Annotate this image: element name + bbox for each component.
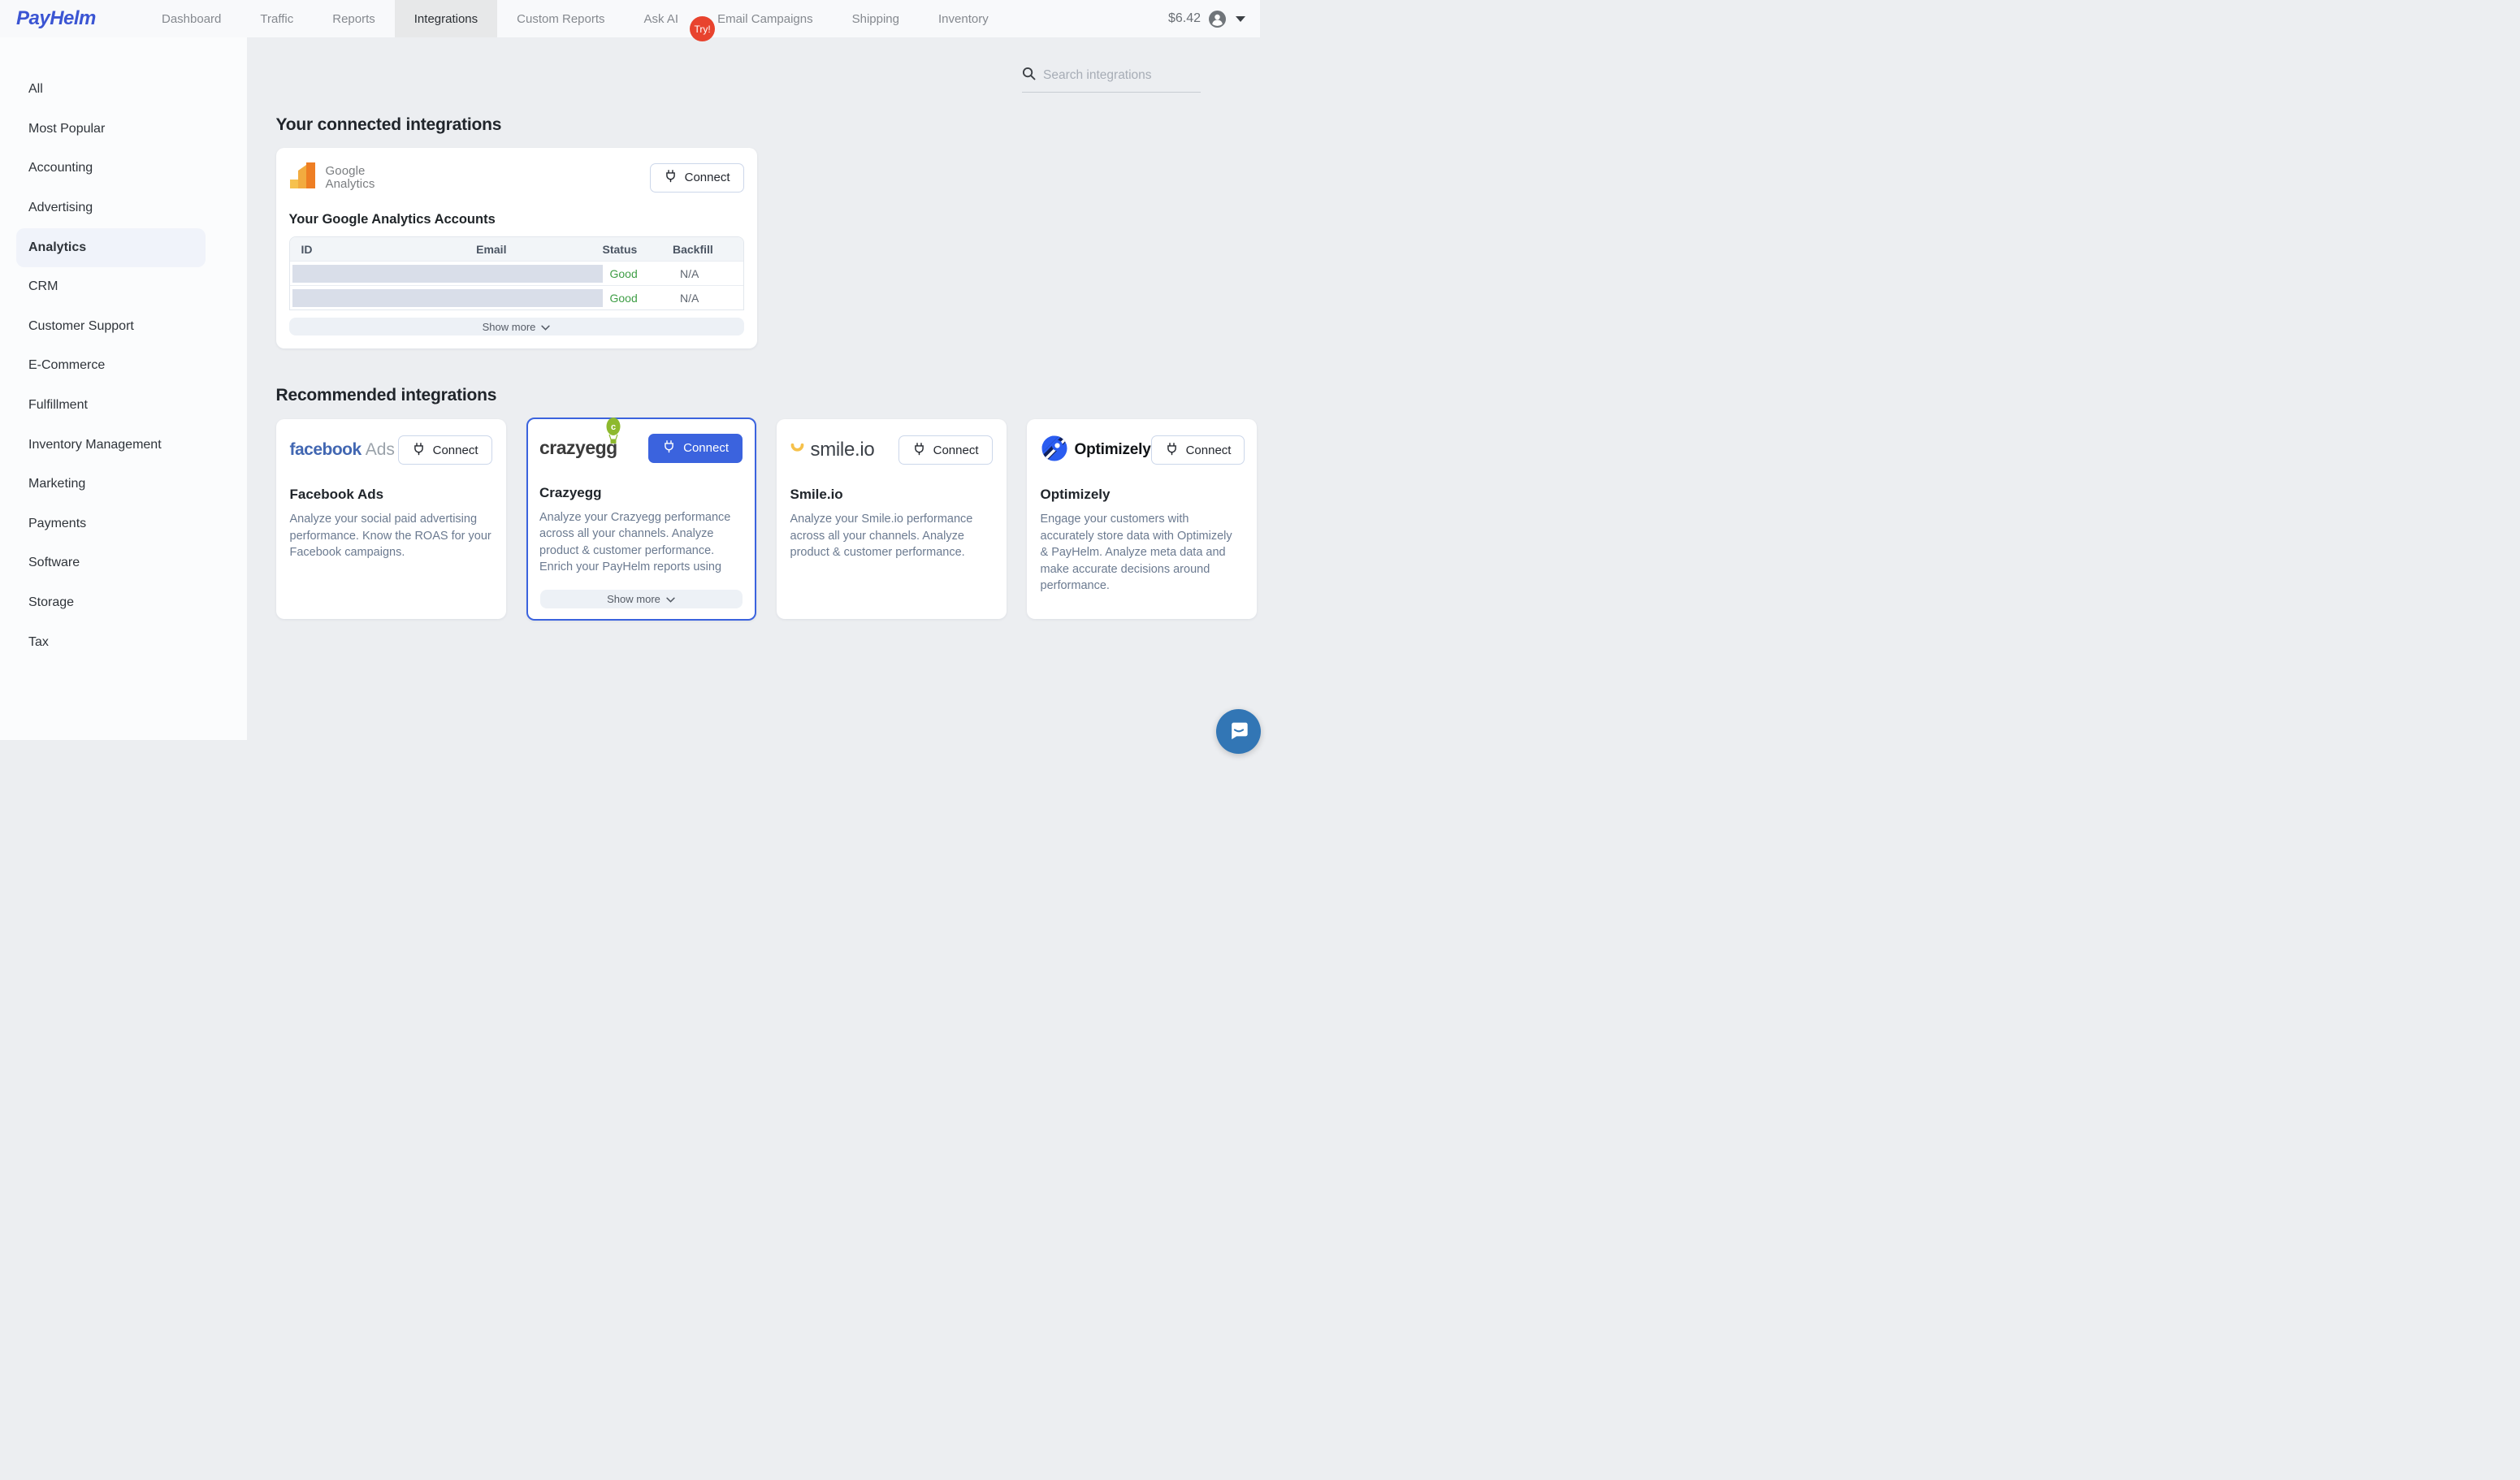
status-value: Good: [603, 267, 673, 280]
sidebar-item-software[interactable]: Software: [0, 543, 247, 583]
recommended-integrations-heading: Recommended integrations: [276, 386, 1261, 405]
plug-icon: [912, 442, 926, 459]
optimizely-icon: [1041, 435, 1068, 466]
facebook-ads-card: facebookAds Connect Facebook Ads Analyze: [276, 419, 506, 619]
svg-text:c: c: [611, 422, 616, 432]
main-nav: Dashboard Traffic Reports Integrations C…: [142, 0, 1008, 37]
plug-icon: [412, 442, 426, 459]
plug-icon: [662, 439, 676, 457]
backfill-value: N/A: [673, 267, 743, 280]
sidebar-item-analytics-label: Analytics: [16, 228, 206, 267]
crazyegg-balloon-icon: c: [604, 418, 622, 449]
column-header-email: Email: [380, 243, 602, 256]
card-description: Analyze your Crazyegg performance across…: [539, 509, 743, 576]
sidebar-item-payments[interactable]: Payments: [0, 504, 247, 544]
sidebar-item-most-popular[interactable]: Most Popular: [0, 110, 247, 149]
table-row: Good N/A: [290, 261, 743, 285]
nav-item-inventory[interactable]: Inventory: [919, 0, 1008, 37]
main-content: Your connected integrations Google: [247, 37, 1260, 740]
payhelm-logo[interactable]: PayHelm: [0, 0, 142, 37]
chat-bubble-icon: [1228, 719, 1249, 744]
crazyegg-logo: crazyegg c: [539, 437, 617, 459]
search-input[interactable]: [1043, 68, 1189, 83]
user-avatar-icon[interactable]: [1209, 11, 1226, 28]
optimizely-card: Optimizely Connect Optimizely Engage you: [1027, 419, 1257, 619]
crazyegg-card: crazyegg c: [526, 418, 756, 621]
recommended-cards-row: facebookAds Connect Facebook Ads Analyze: [276, 419, 1261, 621]
try-badge: Try!: [690, 16, 715, 41]
sidebar-item-customer-support[interactable]: Customer Support: [0, 307, 247, 347]
card-title: Facebook Ads: [290, 487, 492, 503]
status-value: Good: [603, 292, 673, 305]
google-analytics-logo-text: Google Analytics: [326, 165, 375, 191]
sidebar-item-inventory-management[interactable]: Inventory Management: [0, 425, 247, 465]
chevron-down-icon: [541, 321, 550, 333]
sidebar-item-fulfillment[interactable]: Fulfillment: [0, 386, 247, 426]
google-analytics-card: Google Analytics Connect Your Goo: [276, 148, 757, 348]
sidebar-item-accounting[interactable]: Accounting: [0, 149, 247, 188]
nav-item-custom-reports[interactable]: Custom Reports: [497, 0, 624, 37]
sidebar-item-all[interactable]: All: [0, 70, 247, 110]
card-title: Smile.io: [790, 487, 993, 503]
column-header-status: Status: [603, 243, 673, 256]
nav-item-shipping[interactable]: Shipping: [833, 0, 919, 37]
ga-accounts-table: ID Email Status Backfill Good N/A Good N…: [289, 236, 744, 310]
sidebar-item-tax[interactable]: Tax: [0, 622, 247, 662]
card-title: Optimizely: [1041, 487, 1243, 503]
card-description: Engage your customers with accurately st…: [1041, 511, 1243, 595]
ask-ai-label: Ask AI: [644, 12, 679, 26]
table-row: Good N/A: [290, 285, 743, 309]
optimizely-connect-button[interactable]: Connect: [1151, 435, 1245, 465]
sidebar-item-storage[interactable]: Storage: [0, 583, 247, 623]
top-nav: PayHelm Dashboard Traffic Reports Integr…: [0, 0, 1260, 37]
nav-item-ask-ai[interactable]: Ask AI Try!: [625, 0, 699, 37]
nav-item-email-campaigns[interactable]: Email Campaigns: [698, 0, 833, 37]
ga-accounts-table-title: Your Google Analytics Accounts: [289, 212, 744, 227]
category-sidebar: All Most Popular Accounting Advertising …: [0, 37, 247, 740]
smile-io-logo: smile.io: [790, 439, 875, 461]
search-box: [1022, 67, 1201, 93]
card-description: Analyze your social paid advertising per…: [290, 511, 492, 561]
sidebar-item-analytics[interactable]: Analytics: [0, 227, 247, 267]
smile-io-connect-button[interactable]: Connect: [898, 435, 993, 465]
column-header-id: ID: [290, 243, 381, 256]
crazyegg-connect-button[interactable]: Connect: [648, 434, 743, 463]
chat-launcher-button[interactable]: [1216, 709, 1261, 754]
sidebar-item-advertising[interactable]: Advertising: [0, 188, 247, 228]
sidebar-item-marketing[interactable]: Marketing: [0, 465, 247, 504]
ga-show-more-button[interactable]: Show more: [289, 318, 744, 335]
redacted-account-bar: [292, 265, 603, 283]
card-title: Crazyegg: [539, 485, 743, 501]
nav-item-traffic[interactable]: Traffic: [240, 0, 313, 37]
optimizely-logo: Optimizely: [1041, 435, 1151, 466]
facebook-ads-logo: facebookAds: [290, 440, 395, 460]
search-icon: [1022, 67, 1036, 84]
redacted-account-bar: [292, 289, 603, 307]
plug-icon: [1165, 442, 1179, 459]
column-header-backfill: Backfill: [673, 243, 743, 256]
table-header-row: ID Email Status Backfill: [290, 237, 743, 261]
crazyegg-show-more-button[interactable]: Show more: [540, 590, 743, 608]
sidebar-item-crm[interactable]: CRM: [0, 267, 247, 307]
google-analytics-logo: Google Analytics: [289, 161, 375, 194]
facebook-ads-connect-button[interactable]: Connect: [398, 435, 492, 465]
plug-icon: [664, 169, 678, 186]
nav-item-dashboard[interactable]: Dashboard: [142, 0, 240, 37]
smile-io-card: smile.io Connect Smile.io Analyze your S: [777, 419, 1007, 619]
sidebar-item-e-commerce[interactable]: E-Commerce: [0, 346, 247, 386]
nav-item-integrations[interactable]: Integrations: [395, 0, 497, 37]
google-analytics-connect-button[interactable]: Connect: [650, 163, 744, 193]
google-analytics-bar-chart-icon: [289, 161, 318, 194]
chevron-down-icon: [666, 593, 675, 605]
smile-icon: [790, 443, 804, 457]
nav-item-reports[interactable]: Reports: [313, 0, 395, 37]
card-description: Analyze your Smile.io performance across…: [790, 511, 993, 561]
backfill-value: N/A: [673, 292, 743, 305]
account-menu-caret-icon[interactable]: [1236, 16, 1245, 22]
nav-right: $6.42: [1168, 0, 1260, 37]
account-balance: $6.42: [1168, 11, 1201, 26]
